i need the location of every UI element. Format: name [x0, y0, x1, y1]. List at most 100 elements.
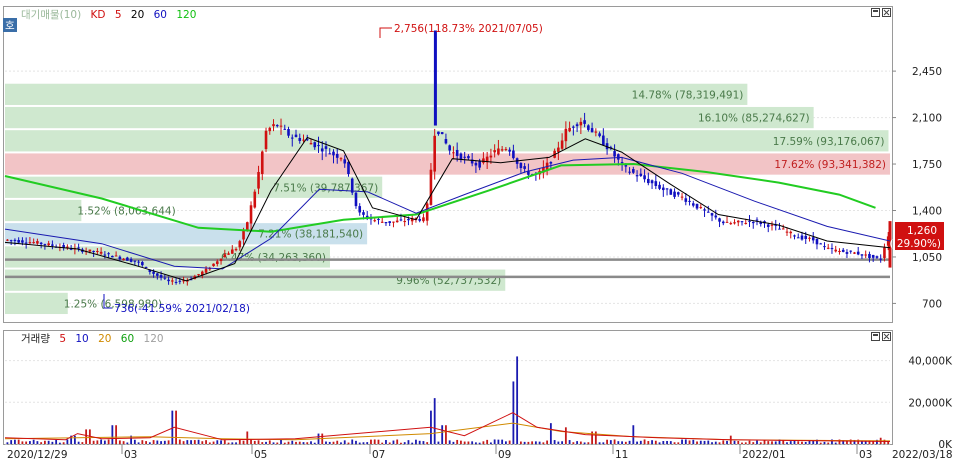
volume-bar	[744, 442, 747, 444]
volume-bar	[767, 441, 770, 444]
volume-bar	[190, 440, 192, 444]
volume-bar	[741, 442, 743, 444]
legend-vol5[interactable]: 5	[59, 333, 66, 345]
volume-bar	[497, 439, 500, 444]
volume-bar	[658, 442, 661, 444]
volume-bar	[377, 439, 380, 444]
volume-bar	[609, 440, 612, 444]
candle-body	[290, 137, 294, 139]
volume-bar	[306, 442, 309, 444]
candle-body	[665, 188, 669, 190]
volume-bar	[156, 440, 159, 444]
volume-bar	[711, 442, 713, 444]
volume-bar	[688, 440, 691, 444]
volume-bar	[388, 442, 391, 444]
volume-bar	[347, 442, 350, 444]
volume-bar	[546, 440, 549, 444]
candle-body	[126, 257, 129, 261]
volume-panel-frame	[3, 330, 893, 445]
volume-bar	[504, 441, 507, 444]
legend-vol10[interactable]: 10	[75, 333, 88, 345]
volume-bar	[235, 442, 237, 444]
candle-body	[800, 235, 804, 240]
legend-kd[interactable]: KD	[91, 9, 106, 21]
candle-body	[781, 228, 785, 230]
volume-bar	[118, 440, 121, 444]
candle-body	[838, 250, 841, 252]
volume-bar	[639, 440, 642, 444]
volume-bar	[564, 427, 567, 444]
candle-body	[174, 281, 178, 283]
legend-vol20[interactable]: 20	[98, 333, 111, 345]
legend-ma60[interactable]: 60	[154, 9, 167, 21]
volume-bar	[752, 442, 755, 444]
legend-vol60[interactable]: 60	[121, 333, 134, 345]
candle-body	[328, 153, 332, 155]
candle-body	[703, 209, 706, 211]
candle-body	[695, 203, 699, 209]
volume-bar	[527, 441, 530, 444]
volume-bar	[669, 441, 672, 444]
candle-body	[242, 229, 245, 240]
volume-bar	[43, 440, 46, 444]
volume-panel-close-button[interactable]	[882, 332, 891, 341]
volume-bar	[385, 440, 387, 444]
price-panel-maximize-button[interactable]	[871, 8, 880, 17]
price-tick-label: 2,100	[912, 113, 942, 125]
candle-body	[283, 128, 287, 130]
volume-bar	[272, 442, 275, 444]
legend-ma5[interactable]: 5	[115, 9, 122, 21]
volume-bar	[223, 440, 226, 444]
volume-bar	[557, 441, 560, 444]
volume-bar	[587, 442, 590, 444]
candle-body	[688, 200, 691, 202]
candle-body	[560, 140, 564, 149]
candle-body	[403, 221, 407, 223]
high-label: 2,756(118.73% 2021/07/05)	[394, 23, 543, 35]
candle-body	[628, 171, 631, 173]
side-tab-label: 호	[5, 20, 15, 32]
legend-ma20[interactable]: 20	[131, 9, 144, 21]
candle-body	[455, 149, 459, 156]
candle-body	[107, 253, 110, 255]
volume-bar	[231, 442, 234, 444]
volume-panel-maximize-button[interactable]	[871, 332, 880, 341]
volume-bar	[651, 440, 653, 444]
price-panel-close-button[interactable]	[882, 8, 891, 17]
volume-bar	[628, 440, 631, 444]
volume-bar	[96, 440, 99, 444]
candle-body	[474, 162, 478, 166]
price-tick-label: 700	[922, 298, 942, 310]
candle-body	[111, 255, 114, 258]
candle-body	[362, 212, 365, 215]
volume-bar	[238, 439, 241, 444]
candle-body	[335, 153, 339, 158]
current-price-box: 1,260 ( 29.90%)	[889, 222, 944, 250]
legend-vol120[interactable]: 120	[144, 333, 164, 345]
candle-body	[883, 247, 886, 258]
candle-body	[452, 152, 455, 154]
volume-bar	[478, 442, 481, 444]
legend-ma120[interactable]: 120	[176, 9, 196, 21]
candle-body	[152, 271, 155, 274]
candle-body	[871, 254, 875, 258]
volume-bar	[624, 441, 627, 444]
candle-body	[590, 128, 594, 133]
candle-body	[380, 221, 384, 223]
candle-body	[39, 242, 43, 245]
candle-body	[489, 155, 493, 158]
volume-bar	[677, 442, 680, 444]
volume-bar	[407, 440, 410, 444]
candle-body	[493, 150, 496, 153]
x-tick-label: 03	[124, 449, 137, 461]
supply-zone-bar	[5, 106, 814, 129]
volume-bar	[460, 440, 462, 444]
volume-bar	[827, 442, 830, 444]
volume-bar	[100, 439, 103, 444]
volume-bar	[445, 425, 447, 444]
candle-body	[748, 220, 751, 222]
volume-bar	[21, 441, 24, 444]
volume-bar	[426, 442, 429, 444]
price-tick-label: 1,750	[912, 159, 942, 171]
candle-body	[680, 196, 684, 198]
